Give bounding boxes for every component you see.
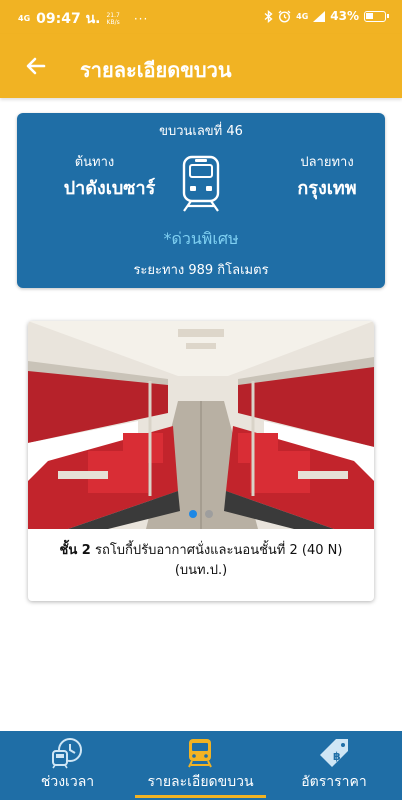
active-tab-indicator	[135, 795, 266, 798]
distance: ระยะทาง 989 กิโลเมตร	[133, 263, 269, 278]
nav-item-fares[interactable]: ฿ อัตราราคา	[266, 731, 402, 800]
battery-icon	[364, 10, 389, 22]
carriage-caption: ชั้น 2 รถโบกี้ปรับอากาศนั่งและนอนชั้นที่…	[42, 541, 360, 581]
network-speed-unit: KB/s	[106, 19, 120, 26]
network-indicator: 4G	[18, 14, 31, 23]
bottom-navigation: ช่วงเวลา รายละเอียดขบวน ฿ อัตราราคา	[0, 731, 402, 800]
carriage-code: (บนท.ป.)	[174, 563, 228, 578]
alarm-icon	[278, 10, 291, 23]
network-speed-value: 21.7	[106, 12, 120, 19]
nav-item-schedule[interactable]: ช่วงเวลา	[0, 731, 135, 800]
origin-label: ต้นทาง	[74, 155, 115, 170]
app-bar: รายละเอียดขบวน	[0, 34, 402, 98]
bluetooth-icon	[264, 9, 273, 23]
signal-icon	[313, 10, 326, 22]
clock: 09:47 น.	[36, 11, 101, 27]
destination-label: ปลายทาง	[300, 155, 354, 170]
network-speed: 21.7 KB/s	[106, 12, 119, 26]
cell-network-label: 4G	[296, 11, 309, 21]
train-number: ขบวนเลขที่ 46	[159, 124, 243, 139]
origin-station: ปาดังเบซาร์	[63, 178, 156, 199]
page-title: รายละเอียดขบวน	[80, 58, 232, 82]
price-tag-icon: ฿	[320, 739, 348, 767]
train-front-icon	[182, 155, 220, 212]
status-left: 4G 09:47 น. 21.7 KB/s ···	[18, 8, 148, 30]
train-info-card: ขบวนเลขที่ 46 ต้นทาง ปาดังเบซาร์ ปลายทาง…	[17, 113, 385, 288]
battery-level	[366, 12, 373, 19]
carousel-indicator	[28, 503, 374, 522]
status-right: 4G 43%	[264, 9, 389, 23]
train-icon	[188, 739, 212, 768]
carriage-card[interactable]: ชั้น 2 รถโบกี้ปรับอากาศนั่งและนอนชั้นที่…	[28, 321, 374, 601]
svg-text:฿: ฿	[333, 750, 341, 763]
arrow-left-icon[interactable]	[22, 52, 50, 80]
nav-item-train-details[interactable]: รายละเอียดขบวน	[135, 731, 266, 800]
train-type: *ด่วนพิเศษ	[163, 229, 239, 248]
carriage-description: รถโบกี้ปรับอากาศนั่งและนอนชั้นที่ 2 (40 …	[94, 543, 343, 558]
status-bar: 4G 09:47 น. 21.7 KB/s ··· 4G 43%	[0, 0, 402, 34]
nav-label-train-details: รายละเอียดขบวน	[147, 774, 254, 790]
destination-station: กรุงเทพ	[297, 178, 357, 199]
more-notifications-icon: ···	[133, 12, 149, 26]
carriage-class: ชั้น 2	[59, 543, 91, 558]
carousel-dot[interactable]	[189, 510, 197, 518]
nav-label-fares: อัตราราคา	[301, 774, 367, 790]
train-clock-icon	[52, 738, 82, 769]
carriage-photo[interactable]	[28, 321, 374, 529]
nav-label-schedule: ช่วงเวลา	[40, 774, 95, 790]
carousel-dot[interactable]	[205, 510, 213, 518]
battery-percent: 43%	[330, 9, 359, 23]
